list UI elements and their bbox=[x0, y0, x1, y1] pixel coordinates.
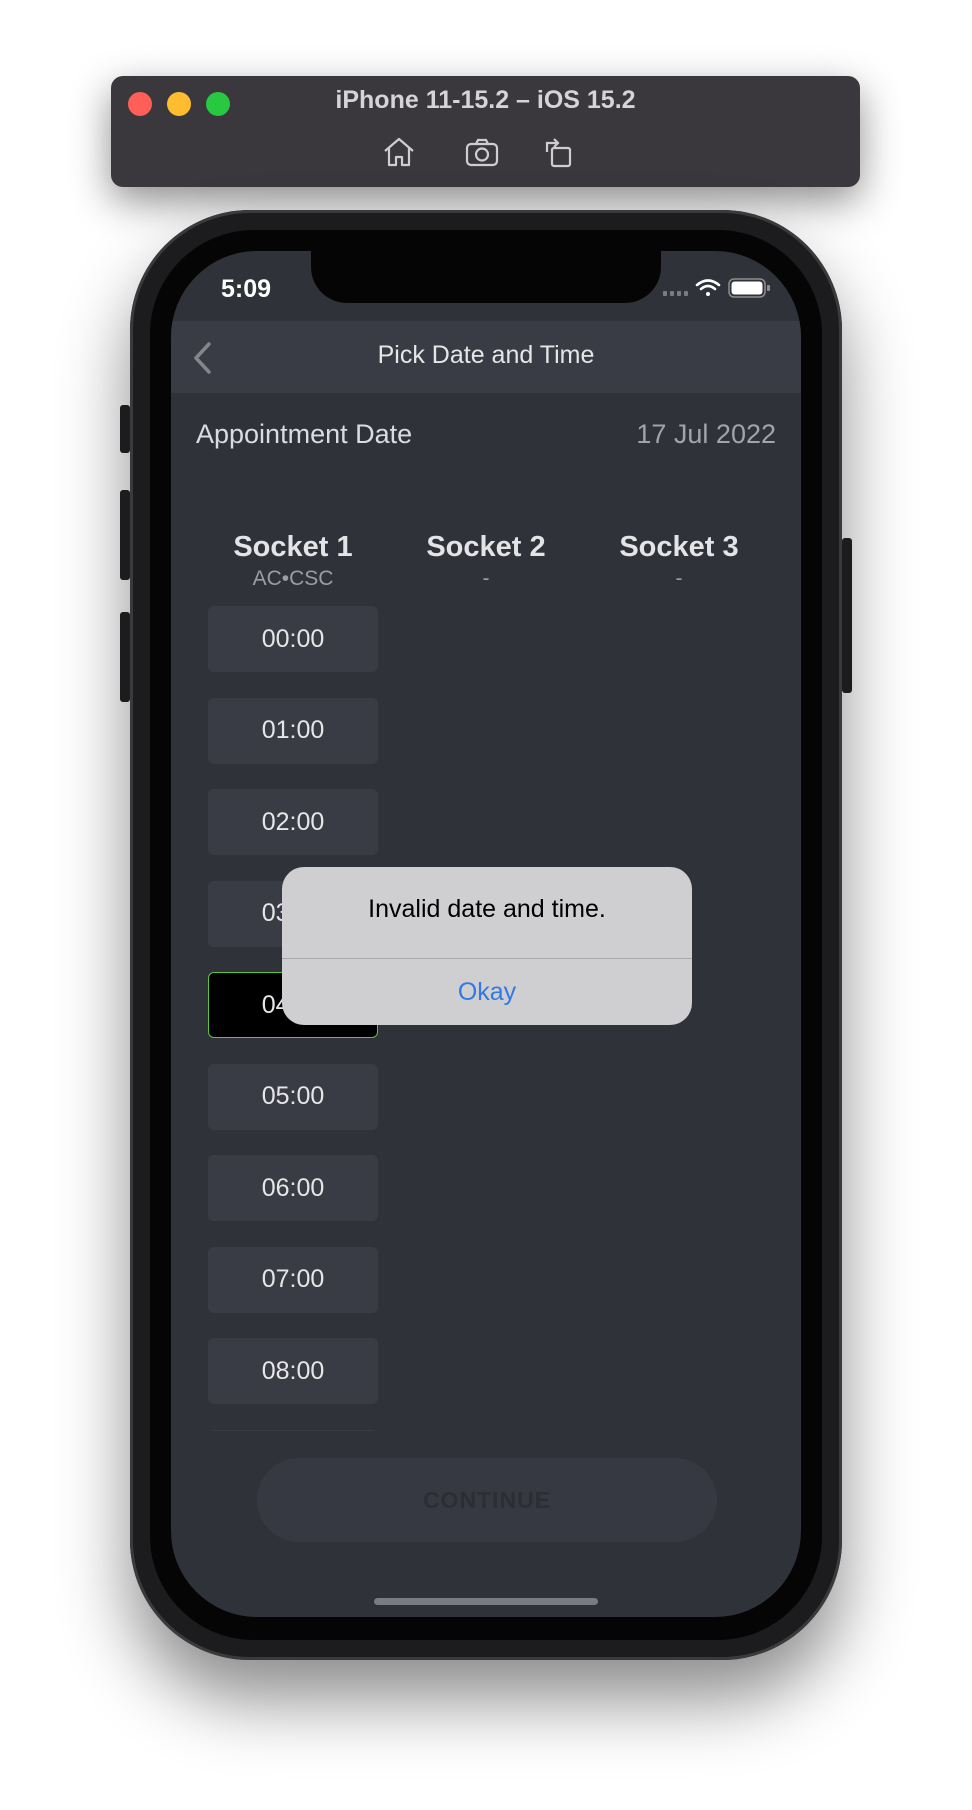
socket-2-header[interactable]: Socket 2 bbox=[386, 531, 586, 564]
appointment-date-label: Appointment Date bbox=[196, 419, 413, 449]
screenshot-camera-icon[interactable] bbox=[464, 136, 500, 168]
simulator-title: iPhone 11-15.2 – iOS 15.2 bbox=[335, 86, 636, 114]
socket-1-header[interactable]: Socket 1 bbox=[193, 531, 393, 564]
navigation-bar: Pick Date and Time bbox=[171, 321, 801, 393]
volume-down-button bbox=[120, 612, 130, 702]
time-slot[interactable]: 02:00 bbox=[208, 789, 378, 855]
wifi-icon bbox=[695, 279, 721, 296]
status-time: 5:09 bbox=[221, 275, 272, 303]
time-slot[interactable]: 05:00 bbox=[208, 1063, 378, 1130]
socket-2-type: - bbox=[482, 567, 490, 590]
socket-3-type: - bbox=[675, 567, 683, 590]
time-slot[interactable]: 00:00 bbox=[208, 606, 378, 672]
alert-dialog: Invalid date and time. Okay bbox=[282, 867, 692, 1025]
notch bbox=[311, 251, 661, 303]
cellular-signal-icon bbox=[663, 291, 688, 296]
time-slot-partial[interactable] bbox=[208, 1429, 378, 1431]
appointment-date-value[interactable]: 17 Jul 2022 bbox=[636, 419, 776, 450]
socket-1-type: AC•CSC bbox=[252, 567, 334, 590]
status-icons bbox=[663, 278, 770, 298]
battery-icon bbox=[728, 278, 770, 298]
phone-screen: 5:09 Pick Date and Time Appointment Date… bbox=[171, 251, 801, 1617]
home-icon[interactable] bbox=[381, 136, 417, 168]
volume-up-button bbox=[120, 490, 130, 580]
alert-message: Invalid date and time. bbox=[368, 895, 606, 923]
power-button bbox=[842, 538, 852, 693]
time-slot[interactable]: 01:00 bbox=[208, 697, 378, 764]
page-title: Pick Date and Time bbox=[377, 341, 595, 369]
silent-switch bbox=[120, 405, 130, 453]
time-slot[interactable]: 06:00 bbox=[208, 1155, 378, 1221]
time-slot[interactable]: 08:00 bbox=[208, 1338, 378, 1404]
rotate-icon[interactable] bbox=[541, 136, 577, 168]
continue-button[interactable]: CONTINUE bbox=[257, 1458, 717, 1542]
socket-3-header[interactable]: Socket 3 bbox=[579, 531, 779, 564]
alert-okay-button[interactable]: Okay bbox=[282, 959, 692, 1025]
time-slot[interactable]: 07:00 bbox=[208, 1246, 378, 1313]
home-indicator[interactable] bbox=[374, 1598, 598, 1605]
